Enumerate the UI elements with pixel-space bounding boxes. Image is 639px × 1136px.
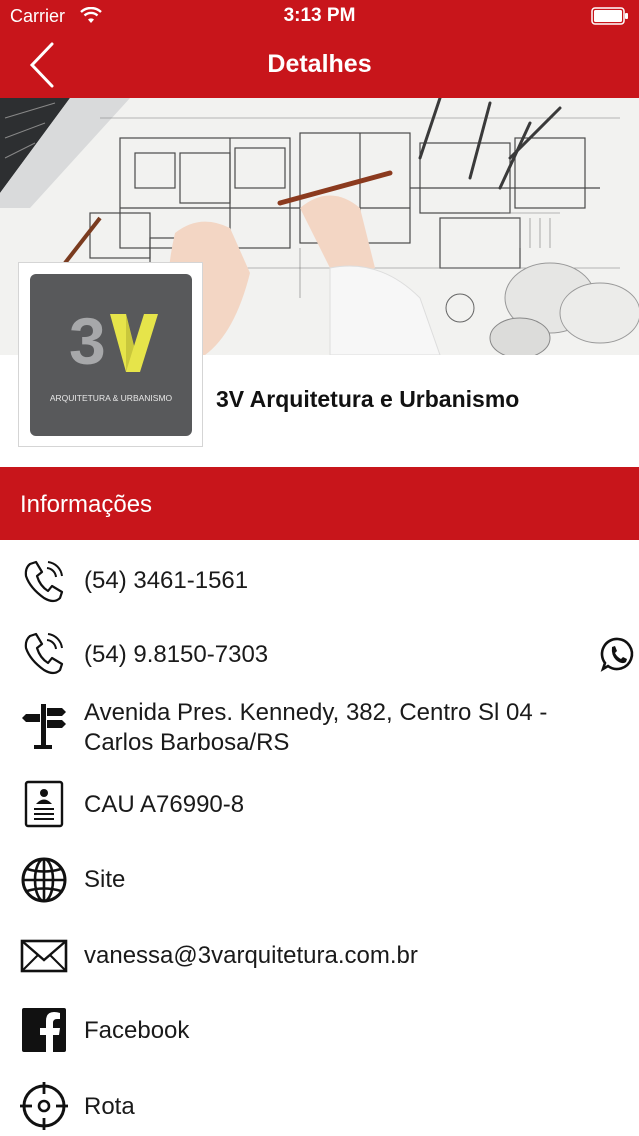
phone-row-1[interactable]: (54) 3461-1561 [0,558,639,606]
status-bar: Carrier 3:13 PM [0,0,639,34]
route-link[interactable]: Rota [84,1092,135,1122]
nav-header: Carrier 3:13 PM Detalhes [0,0,639,98]
address-row[interactable]: Avenida Pres. Kennedy, 382, Centro Sl 04… [0,698,639,762]
phone-number-1: (54) 3461-1561 [84,567,249,594]
registration-row: CAU A76990-8 [0,780,639,828]
envelope-icon [20,939,68,973]
email-row[interactable]: vanessa@3varquitetura.com.br [0,932,639,980]
section-title: Informações [20,491,153,518]
address-line-1: Avenida Pres. Kennedy, 382, Centro Sl 04… [84,699,548,726]
section-header: Informações [0,467,639,540]
phone-icon [24,632,64,675]
logo-mark: 3 ARQUITETURA & URBANISMO [50,304,173,403]
logo-background: 3 ARQUITETURA & URBANISMO [30,274,192,436]
site-link[interactable]: Site [84,865,125,895]
route-row[interactable]: Rota [0,1082,639,1130]
facebook-link[interactable]: Facebook [84,1016,189,1046]
email-link[interactable]: vanessa@3varquitetura.com.br [84,941,418,971]
id-card-icon [24,780,64,828]
facebook-icon [22,1008,66,1052]
page-title: Detalhes [267,50,372,78]
svg-text:3: 3 [69,304,106,378]
status-time: 3:13 PM [283,5,356,26]
logo-subtitle: ARQUITETURA & URBANISMO [50,393,173,403]
whatsapp-icon[interactable] [600,636,636,672]
globe-icon [21,857,67,903]
battery-icon [591,7,628,25]
company-logo: 3 ARQUITETURA & URBANISMO [18,262,203,447]
company-name: 3V Arquitetura e Urbanismo [216,386,520,412]
phone-number-2: (54) 9.8150-7303 [84,641,269,668]
registration-number: CAU A76990-8 [84,791,245,818]
signpost-icon [22,704,66,749]
address-line-2: Carlos Barbosa/RS [84,729,290,756]
phone-row-2[interactable]: (54) 9.8150-7303 [0,630,639,678]
crosshair-icon [20,1082,68,1130]
phone-icon [24,560,64,603]
facebook-row[interactable]: Facebook [0,1006,639,1054]
site-row[interactable]: Site [0,856,639,904]
